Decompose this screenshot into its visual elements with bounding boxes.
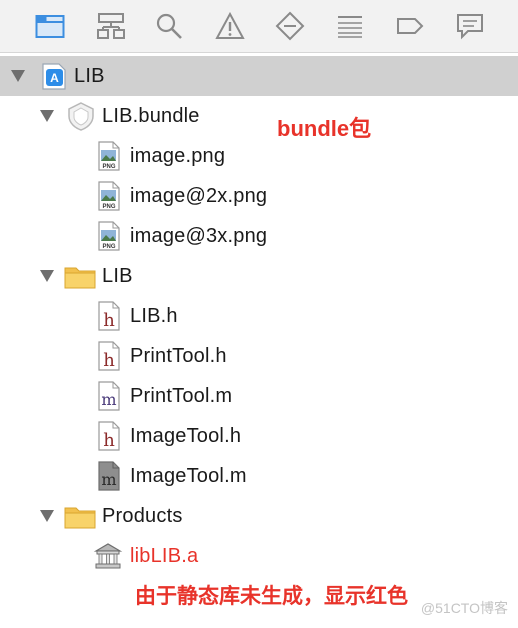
file-name: image@2x.png: [130, 185, 268, 207]
header-file-icon: h: [95, 421, 125, 451]
svg-text:h: h: [103, 350, 115, 371]
bundle-icon: [66, 101, 96, 131]
svg-text:PNG: PNG: [102, 244, 115, 250]
implementation-file-icon: m: [95, 461, 125, 491]
tree-row-file[interactable]: m PrintTool.m: [0, 376, 518, 416]
tree-row-file[interactable]: PNG image@2x.png: [0, 176, 518, 216]
png-file-icon: PNG: [95, 181, 125, 211]
tree-row-file[interactable]: h ImageTool.h: [0, 416, 518, 456]
tree-row-file[interactable]: PNG image@3x.png: [0, 216, 518, 256]
png-file-icon: PNG: [95, 141, 125, 171]
file-name: image.png: [130, 145, 226, 167]
watermark: @51CTO博客: [420, 600, 508, 616]
disclosure-triangle-icon[interactable]: [11, 70, 25, 82]
tree-row-bundle[interactable]: LIB.bundle: [0, 96, 518, 136]
tree-row-file[interactable]: PNG image.png: [0, 136, 518, 176]
product-name: libLIB.a: [130, 545, 199, 567]
disclosure-triangle-icon[interactable]: [40, 510, 54, 522]
png-file-icon: PNG: [95, 221, 125, 251]
product-annotation: 由于静态库未生成，显示红色: [135, 585, 408, 608]
tree-row-file[interactable]: h PrintTool.h: [0, 336, 518, 376]
file-name: PrintTool.h: [130, 345, 227, 367]
svg-text:PNG: PNG: [102, 164, 115, 170]
file-name: image@3x.png: [130, 225, 268, 247]
folder-icon: [64, 501, 96, 531]
comment-icon[interactable]: [454, 10, 486, 42]
tree-row-project[interactable]: A LIB: [0, 56, 518, 96]
tree-row-file[interactable]: h LIB.h: [0, 296, 518, 336]
tree-row-group[interactable]: Products: [0, 496, 518, 536]
hierarchy-icon[interactable]: [95, 10, 127, 42]
list-icon[interactable]: [334, 10, 366, 42]
app-project-icon: A: [39, 61, 69, 91]
header-file-icon: h: [95, 341, 125, 371]
disclosure-triangle-icon[interactable]: [40, 270, 54, 282]
file-name: LIB.h: [130, 305, 178, 327]
search-icon[interactable]: [153, 10, 185, 42]
folder-icon: [64, 261, 96, 291]
implementation-file-icon: m: [95, 381, 125, 411]
warning-icon[interactable]: [214, 10, 246, 42]
svg-text:PNG: PNG: [102, 204, 115, 210]
svg-text:m: m: [101, 470, 116, 489]
static-library-icon: [93, 541, 123, 571]
svg-text:h: h: [103, 430, 115, 451]
project-name: LIB: [74, 65, 105, 87]
folder-icon[interactable]: [34, 10, 66, 42]
file-name: ImageTool.h: [130, 425, 242, 447]
svg-text:h: h: [103, 310, 115, 331]
disclosure-triangle-icon[interactable]: [40, 110, 54, 122]
tree-row-file[interactable]: m ImageTool.m: [0, 456, 518, 496]
navigator-toolbar: [0, 0, 518, 53]
file-name: ImageTool.m: [130, 465, 247, 487]
svg-text:A: A: [50, 71, 59, 85]
breakpoint-diamond-icon[interactable]: [274, 10, 306, 42]
group-name: LIB: [102, 265, 133, 287]
tree-row-product[interactable]: libLIB.a: [0, 536, 518, 576]
tag-icon[interactable]: [394, 10, 426, 42]
svg-text:m: m: [101, 390, 116, 409]
tree-row-group[interactable]: LIB: [0, 256, 518, 296]
group-name: Products: [102, 505, 183, 527]
header-file-icon: h: [95, 301, 125, 331]
file-name: PrintTool.m: [130, 385, 233, 407]
bundle-name: LIB.bundle: [102, 105, 200, 127]
